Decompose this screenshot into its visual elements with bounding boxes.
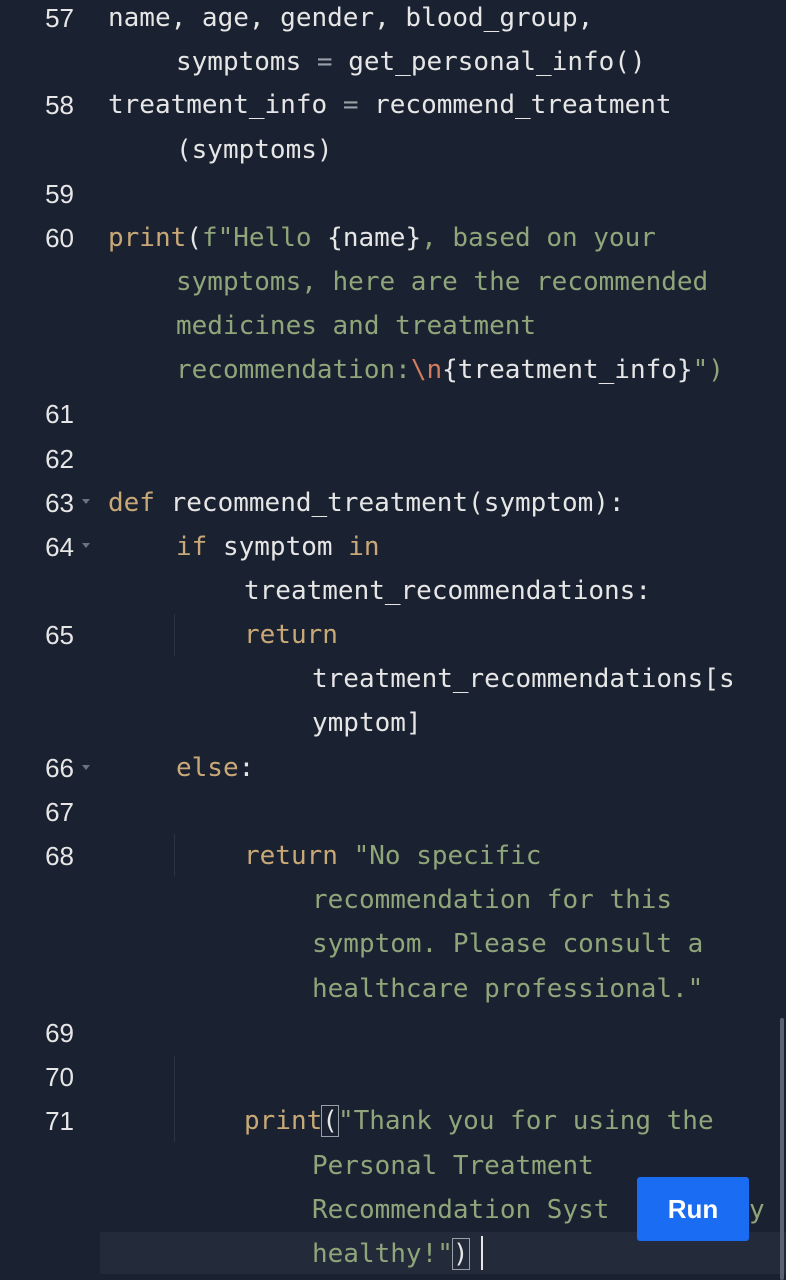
code-line: print("Thank you for using the xyxy=(244,1105,714,1137)
line-number: 68 xyxy=(45,841,74,871)
line-number: 70 xyxy=(45,1062,74,1092)
code-line-overflow: y xyxy=(749,1195,765,1225)
line-number: 67 xyxy=(45,797,74,827)
line-number: 57 xyxy=(45,3,74,33)
line-number: 64 xyxy=(45,532,74,562)
indent-guide xyxy=(174,614,175,656)
code-line: if symptom in xyxy=(176,532,380,562)
code-editor[interactable]: 57 58 59 60 61 62 63 64 65 66 67 68 69 7… xyxy=(0,0,786,1280)
fold-chevron-icon[interactable] xyxy=(82,543,90,548)
line-number: 61 xyxy=(45,399,74,429)
line-number: 60 xyxy=(45,223,74,253)
line-number: 59 xyxy=(45,179,74,209)
run-button[interactable]: Run xyxy=(637,1177,749,1241)
code-line: treatment_recommendations: xyxy=(244,576,651,606)
code-line: healthy!") xyxy=(312,1238,470,1270)
line-number: 71 xyxy=(45,1106,74,1136)
indent-guide xyxy=(174,1056,175,1142)
text-cursor xyxy=(481,1236,483,1270)
code-line: return xyxy=(244,620,338,650)
line-number: 58 xyxy=(45,90,74,120)
code-line: Recommendation Syst xyxy=(312,1195,610,1225)
code-line: print(f"Hello {name}, based on your xyxy=(108,223,656,253)
indent-guide xyxy=(174,834,175,876)
code-line: symptoms = get_personal_info() xyxy=(176,47,646,77)
code-line: Personal Treatment xyxy=(312,1151,594,1181)
code-line: symptom. Please consult a xyxy=(312,929,704,959)
code-line: (symptoms) xyxy=(176,135,333,165)
code-line: symptoms, here are the recommended xyxy=(176,267,709,297)
matching-bracket: ( xyxy=(321,1105,339,1137)
code-line: return "No specific xyxy=(244,841,542,871)
fold-chevron-icon[interactable] xyxy=(82,499,90,504)
code-line: healthcare professional." xyxy=(312,974,704,1004)
fold-chevron-icon[interactable] xyxy=(82,765,90,770)
code-line: def recommend_treatment(symptom): xyxy=(108,488,625,518)
line-number: 63 xyxy=(45,488,74,518)
code-line: else: xyxy=(176,753,255,783)
vertical-scrollbar[interactable] xyxy=(780,1018,784,1280)
code-line: treatment_info = recommend_treatment xyxy=(108,90,672,120)
code-line: treatment_recommendations[s xyxy=(312,664,735,694)
line-number: 62 xyxy=(45,444,74,474)
line-number: 66 xyxy=(45,753,74,783)
line-number: 65 xyxy=(45,620,74,650)
code-line: medicines and treatment xyxy=(176,311,537,341)
code-line: name, age, gender, blood_group, xyxy=(108,3,594,33)
line-number: 69 xyxy=(45,1018,74,1048)
code-line: ymptom] xyxy=(312,708,422,738)
matching-bracket: ) xyxy=(451,1238,470,1270)
code-line: recommendation for this xyxy=(312,885,673,915)
code-line: recommendation:\n{treatment_info}") xyxy=(176,355,724,385)
